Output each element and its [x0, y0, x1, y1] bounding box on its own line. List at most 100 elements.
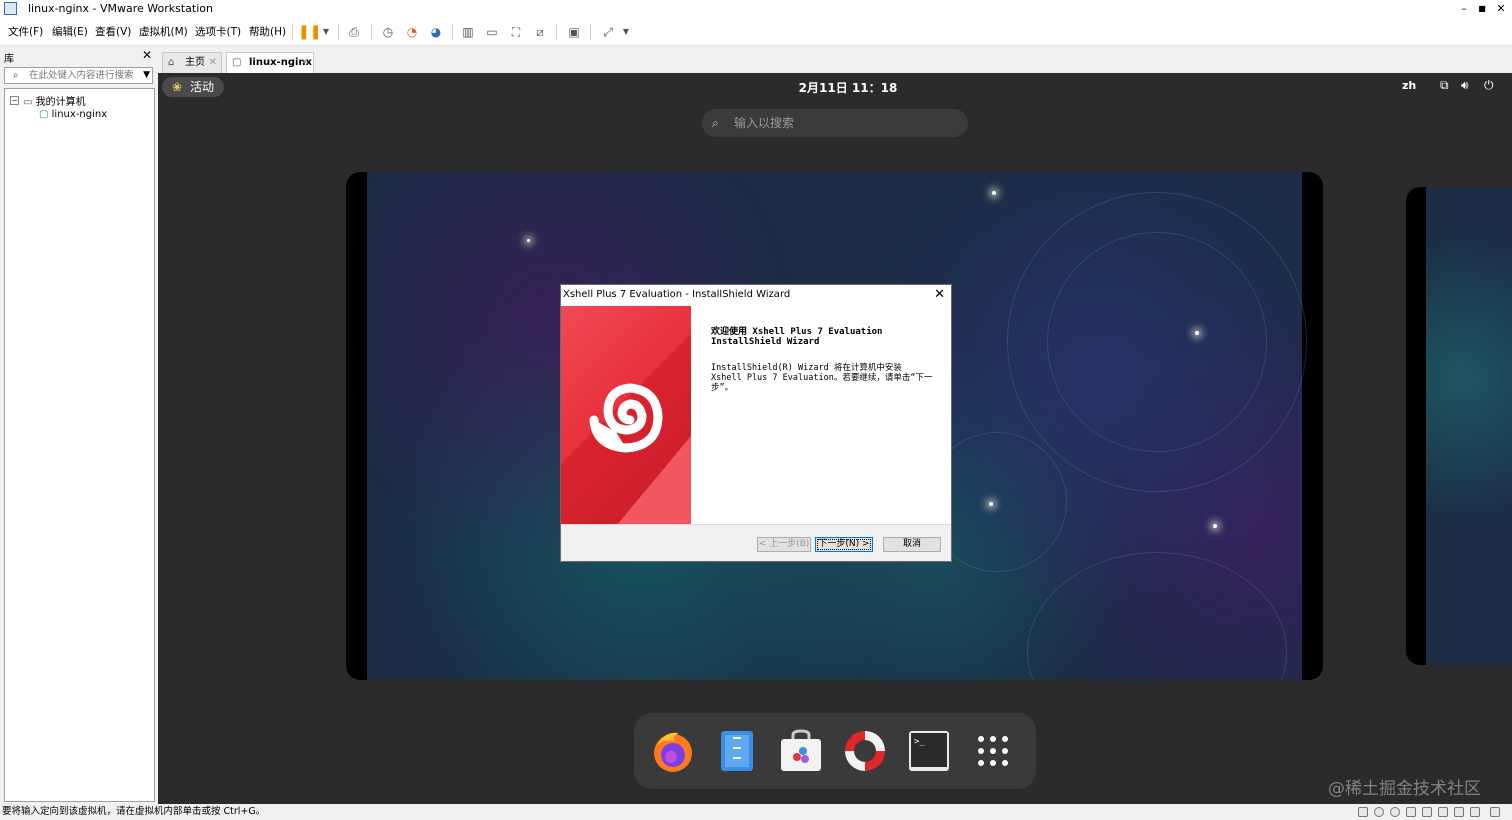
- display-icon[interactable]: [1470, 807, 1480, 817]
- library-tree: − ▭ 我的计算机 ▢ linux-nginx: [4, 88, 155, 802]
- menu-toolbar: 文件(F) 编辑(E) 查看(V) 虚拟机(M) 选项卡(T) 帮助(H) ❚❚…: [0, 18, 1512, 46]
- svg-text:>_: >_: [914, 737, 925, 747]
- status-bar: 要将输入定向到该虚拟机，请在虚拟机内部单击或按 Ctrl+G。: [0, 804, 1512, 820]
- library-close-icon[interactable]: ✕: [142, 48, 152, 62]
- cd-dvd-icon[interactable]: [1374, 807, 1384, 817]
- menu-tabs[interactable]: 选项卡(T): [195, 24, 241, 39]
- collapse-icon[interactable]: −: [10, 96, 19, 105]
- thumbnail-view-icon[interactable]: ▭: [482, 22, 502, 42]
- status-text: 要将输入定向到该虚拟机，请在虚拟机内部单击或按 Ctrl+G。: [2, 806, 266, 817]
- toolbar-divider: [338, 24, 339, 40]
- star: [1195, 331, 1199, 335]
- minimize-button[interactable]: –: [1456, 1, 1472, 17]
- library-header: 库: [4, 54, 14, 65]
- volume-icon[interactable]: 🔊︎: [1461, 78, 1469, 93]
- tab-home[interactable]: ⌂ 主页 ✕: [162, 52, 222, 73]
- tree-item-linux-nginx[interactable]: ▢ linux-nginx: [39, 109, 107, 120]
- toolbar-divider: [452, 24, 453, 40]
- home-icon: ⌂: [168, 57, 175, 68]
- wallpaper-swirl: [1027, 552, 1287, 680]
- chevron-down-icon[interactable]: ▼: [143, 68, 150, 83]
- revert-snapshot-icon[interactable]: ◔: [402, 22, 422, 42]
- activities-button[interactable]: ❀ 活动: [162, 77, 224, 97]
- library-view-icon[interactable]: ▥: [458, 22, 478, 42]
- help-icon[interactable]: [841, 727, 889, 775]
- menu-file[interactable]: 文件(F): [8, 24, 43, 39]
- toolbar-divider: [556, 24, 557, 40]
- star: [1213, 524, 1217, 528]
- tab-linux-nginx[interactable]: ▢ linux-nginx ✕: [226, 52, 314, 73]
- printer-icon[interactable]: [1454, 807, 1464, 817]
- software-icon[interactable]: [777, 727, 825, 775]
- app-grid-icon[interactable]: [969, 727, 1017, 775]
- tab-label: 主页: [185, 57, 205, 68]
- power-icon[interactable]: ⏻: [1484, 78, 1494, 93]
- toolbar-divider: [371, 24, 372, 40]
- firefox-icon[interactable]: [649, 727, 697, 775]
- menu-vm[interactable]: 虚拟机(M): [139, 24, 188, 39]
- tree-label: 我的计算机: [35, 97, 86, 108]
- tab-bar: ⌂ 主页 ✕ ▢ linux-nginx ✕: [158, 46, 1512, 73]
- files-icon[interactable]: [713, 727, 761, 775]
- watermark: @稀土掘金技术社区: [1328, 779, 1481, 799]
- toolbar-divider: [590, 24, 591, 40]
- maximize-button[interactable]: ■: [1474, 1, 1490, 17]
- close-button[interactable]: ✕: [1493, 1, 1509, 17]
- hard-disk-icon[interactable]: [1358, 807, 1368, 817]
- cancel-button[interactable]: 取消: [883, 537, 941, 552]
- dialog-body: InstallShield(R) Wizard 将在计算机中安装 Xshell …: [711, 363, 933, 393]
- vm-icon: ▢: [39, 109, 49, 120]
- network-adapter-icon[interactable]: [1406, 807, 1416, 817]
- library-panel: 库 ✕ ⌕ 在此处键入内容进行搜索 ▼ − ▭ 我的计算机 ▢ linux-ng…: [0, 46, 157, 804]
- star: [527, 239, 530, 242]
- stretch-dropdown-icon[interactable]: ▼: [616, 22, 636, 42]
- menu-view[interactable]: 查看(V): [95, 24, 131, 39]
- input-language[interactable]: zh: [1402, 79, 1416, 92]
- snapshot-icon[interactable]: ◷: [378, 22, 398, 42]
- pause-icon[interactable]: ❚❚: [298, 22, 321, 42]
- computer-icon: ▭: [23, 97, 33, 108]
- installshield-dialog: Xshell Plus 7 Evaluation - InstallShield…: [560, 284, 952, 562]
- message-icon[interactable]: [1490, 807, 1500, 817]
- toolbar-divider: [292, 24, 293, 40]
- menu-edit[interactable]: 编辑(E): [52, 24, 88, 39]
- terminal-icon[interactable]: >_: [905, 727, 953, 775]
- send-keys-icon[interactable]: ⎙: [344, 22, 364, 42]
- cd-dvd-icon[interactable]: [1390, 807, 1400, 817]
- window-title: linux-nginx - VMware Workstation: [28, 2, 213, 15]
- menu-help[interactable]: 帮助(H): [249, 24, 286, 39]
- tree-item-my-computer[interactable]: ▭ 我的计算机: [23, 93, 86, 108]
- snapshot-manager-icon[interactable]: ◕: [426, 22, 446, 42]
- overview-search-input[interactable]: ⌕ 输入以搜索: [702, 109, 968, 137]
- wallpaper-swirl: [1047, 232, 1267, 452]
- clock[interactable]: 2月11日 11：18: [758, 79, 938, 96]
- search-placeholder: 输入以搜索: [734, 116, 795, 130]
- pause-dropdown-icon[interactable]: ▼: [316, 22, 336, 42]
- stretch-icon[interactable]: ⤢: [598, 22, 618, 42]
- dialog-heading: 欢迎使用 Xshell Plus 7 Evaluation InstallShi…: [711, 327, 883, 347]
- tab-close-icon[interactable]: ✕: [301, 53, 309, 72]
- dialog-close-icon[interactable]: ✕: [934, 285, 945, 305]
- usb-icon[interactable]: [1422, 807, 1432, 817]
- dialog-footer: < 上一步(B) 下一步(N) > 取消: [561, 524, 951, 561]
- back-button[interactable]: < 上一步(B): [757, 537, 811, 552]
- sound-card-icon[interactable]: [1438, 807, 1448, 817]
- fullscreen-icon[interactable]: ⛶: [506, 22, 526, 42]
- console-view-icon[interactable]: ▣: [564, 22, 584, 42]
- desktop-wallpaper: [1426, 187, 1512, 665]
- star: [989, 502, 993, 506]
- dash-dock: >_: [634, 713, 1036, 789]
- vm-console[interactable]: ❀ 活动 2月11日 11：18 zh ⧉ 🔊︎ ⏻ ⌕ 输入以搜索 Xshel…: [158, 73, 1512, 804]
- unity-icon[interactable]: ⧄: [530, 22, 550, 42]
- gnome-top-bar: ❀ 活动 2月11日 11：18 zh ⧉ 🔊︎ ⏻: [158, 73, 1512, 101]
- workspace-thumbnail-next[interactable]: [1406, 187, 1512, 665]
- network-icon[interactable]: ⧉: [1440, 78, 1449, 93]
- xshell-logo-icon: [589, 383, 663, 453]
- tab-close-icon[interactable]: ✕: [209, 53, 217, 72]
- next-button[interactable]: 下一步(N) >: [815, 537, 873, 552]
- title-bar: linux-nginx - VMware Workstation – ■ ✕: [0, 0, 1512, 18]
- gnome-foot-icon: ❀: [172, 80, 183, 94]
- library-search-input[interactable]: ⌕ 在此处键入内容进行搜索 ▼: [4, 67, 153, 84]
- tree-label: linux-nginx: [51, 109, 108, 120]
- star: [992, 191, 996, 195]
